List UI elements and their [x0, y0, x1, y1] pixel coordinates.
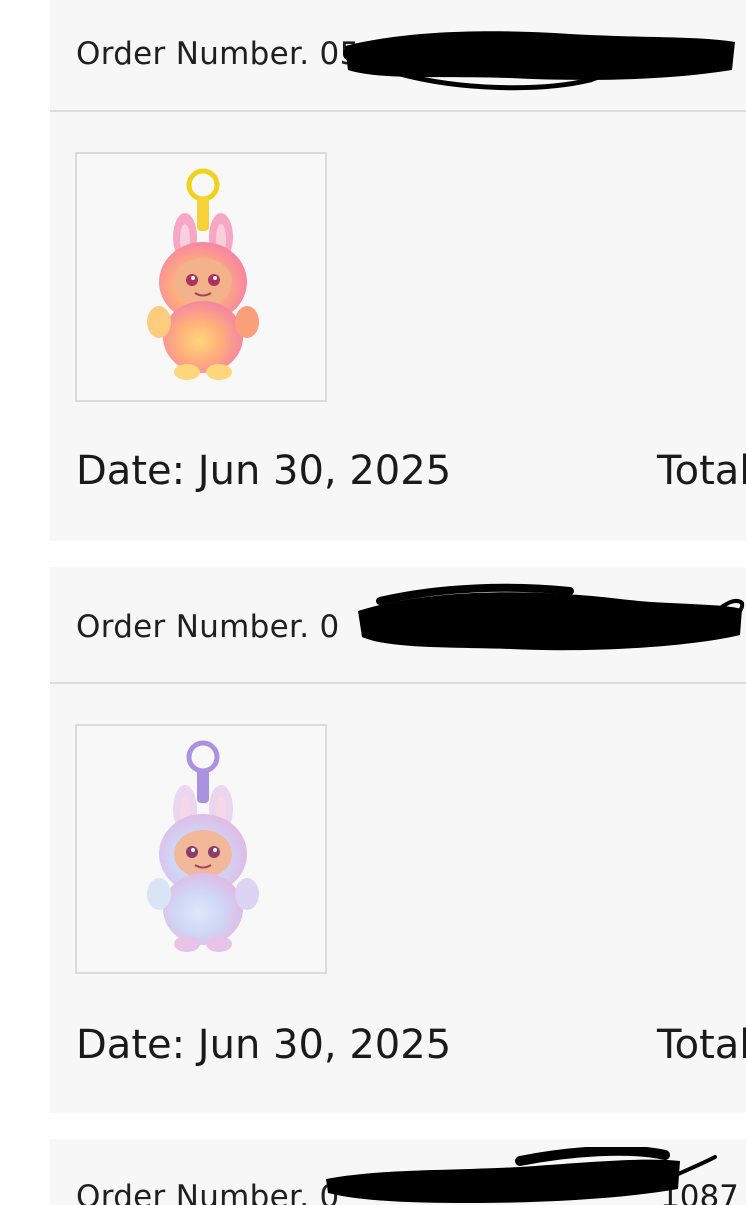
order-number-label: Order Number. 0	[76, 1179, 340, 1205]
order-date: Date: Jun 30, 2025	[76, 1022, 452, 1068]
pink-bunny-keychain-image	[147, 168, 259, 380]
order-number-start: 05/	[319, 36, 371, 72]
order-number-end: 384	[663, 36, 723, 72]
order-number-start: 0	[319, 1179, 340, 1205]
product-thumbnail[interactable]	[75, 152, 327, 402]
order-history-page: Order Number. 05/ 384 Date: Jun 30, 2025…	[0, 0, 746, 1205]
order-number-label: Order Number. 0	[76, 609, 340, 645]
order-number-end: 1087	[660, 1179, 739, 1205]
order-card[interactable]: Order Number. 0 236 Date: Jun 30, 2025 T…	[50, 567, 746, 1113]
order-total-label: Total	[657, 1022, 746, 1068]
order-number-prefix: Order Number.	[76, 609, 310, 645]
order-card[interactable]: Order Number. 05/ 384 Date: Jun 30, 2025…	[50, 0, 746, 541]
order-number-start: 0	[319, 609, 340, 645]
order-date: Date: Jun 30, 2025	[76, 448, 452, 494]
order-total-label: Total	[657, 448, 746, 494]
product-thumbnail[interactable]	[75, 724, 327, 974]
order-number-prefix: Order Number.	[76, 1179, 310, 1205]
order-header: Order Number. 0 1087	[50, 1139, 746, 1205]
lavender-bunny-keychain-image	[147, 740, 259, 952]
order-header: Order Number. 0 236	[50, 567, 746, 684]
order-card[interactable]: Order Number. 0 1087	[50, 1139, 746, 1205]
order-number-end: 236	[668, 609, 728, 645]
order-header: Order Number. 05/ 384	[50, 0, 746, 112]
order-number-label: Order Number. 05/	[76, 36, 370, 72]
order-number-prefix: Order Number.	[76, 36, 310, 72]
